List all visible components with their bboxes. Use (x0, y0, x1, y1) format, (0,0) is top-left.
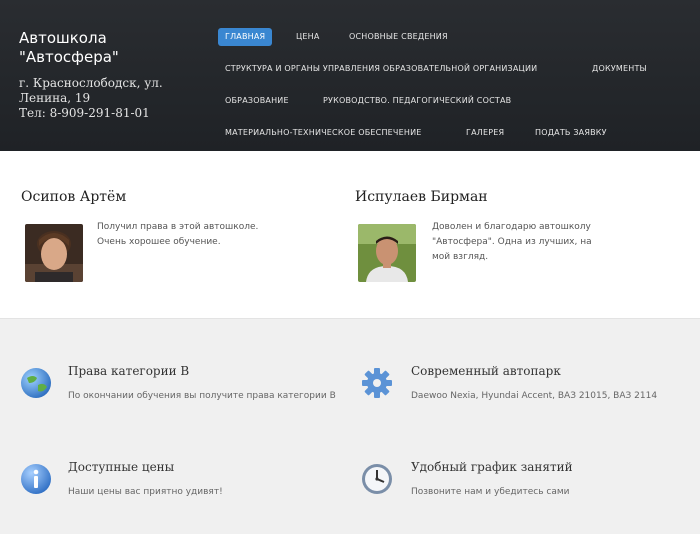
globe-icon (19, 366, 53, 400)
nav-item-documents[interactable]: Документы (592, 60, 647, 78)
feature-title: Права категории B (68, 364, 190, 378)
address-line1: г. Краснослободск, ул. (19, 76, 163, 90)
address-line2: Ленина, 19 (19, 91, 91, 105)
site-header: Автошкола "Автосфера" г. Краснослободск,… (0, 0, 700, 152)
feature-title: Доступные цены (68, 460, 175, 474)
gear-icon (360, 366, 394, 400)
nav-item-price[interactable]: Цена (296, 28, 320, 46)
testimonials-section: Осипов Артём Получил права в этой автошк… (0, 151, 700, 319)
nav-item-education[interactable]: Образование (225, 92, 289, 110)
info-icon (19, 462, 53, 496)
feature-title: Удобный график занятий (411, 460, 573, 474)
testimonial-text: Получил права в этой автошколе. Очень хо… (97, 222, 259, 247)
nav-item-equipment[interactable]: Материально-техническое обеспечение (225, 124, 422, 142)
testimonial-name: Испулаев Бирман (355, 189, 488, 205)
nav-item-basic-info[interactable]: Основные сведения (349, 28, 448, 46)
feature-text: Наши цены вас приятно удивят! (68, 487, 223, 497)
feature-text: Daewoo Nexia, Hyundai Accent, ВАЗ 21015,… (411, 391, 658, 401)
feature-title: Современный автопарк (411, 364, 561, 378)
feature-text: По окончании обучения вы получите права … (68, 391, 336, 401)
nav-item-gallery[interactable]: Галерея (466, 124, 504, 142)
testimonial-name: Осипов Артём (21, 189, 127, 205)
brand-block: Автошкола "Автосфера" г. Краснослободск,… (19, 29, 199, 121)
avatar (25, 224, 83, 282)
nav-item-home[interactable]: Главная (218, 28, 273, 46)
nav-item-staff[interactable]: Руководство. Педагогический состав (323, 92, 511, 110)
testimonial-text: Доволен и благодарю автошколу "Автосфера… (432, 222, 592, 262)
phone: Тел: 8-909-291-81-01 (19, 106, 150, 120)
clock-icon (360, 462, 394, 496)
feature-text: Позвоните нам и убедитесь сами (411, 487, 570, 497)
avatar (358, 224, 416, 282)
brand-name-line1: Автошкола (19, 29, 107, 47)
brand-name[interactable]: Автошкола "Автосфера" (19, 29, 199, 67)
nav-item-structure[interactable]: Структура и органы управления образовате… (225, 60, 537, 78)
nav-item-apply[interactable]: Подать заявку (535, 124, 607, 142)
brand-address: г. Краснослободск, ул. Ленина, 19 Тел: 8… (19, 76, 199, 121)
brand-name-line2: "Автосфера" (19, 48, 119, 66)
